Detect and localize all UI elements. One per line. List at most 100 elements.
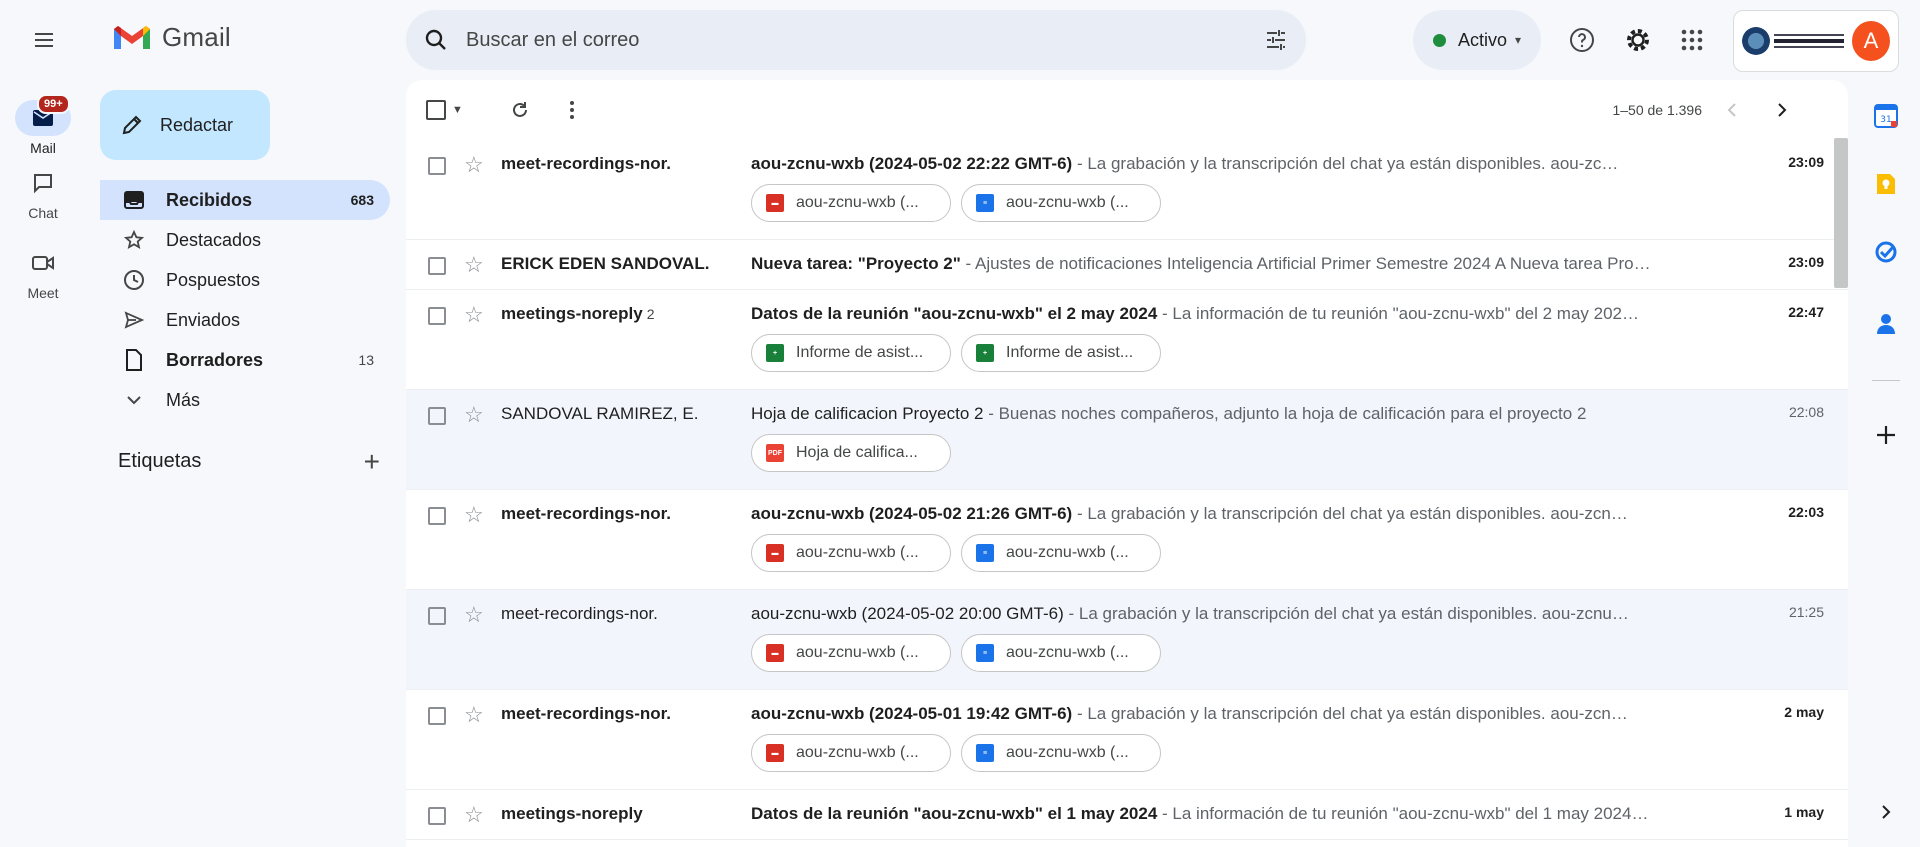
sidebar-item-drafts[interactable]: Borradores 13 [100,340,390,380]
sidebar-item-snoozed[interactable]: Pospuestos [100,260,390,300]
row-checkbox[interactable] [428,507,446,525]
email-row[interactable]: ☆ meet-recordings-nor. aou-zcnu-wxb (2024-… [406,590,1848,690]
attachment-chip[interactable]: ▬ aou-zcnu-wxb (... [751,184,951,222]
attachment-chip[interactable]: ▬ aou-zcnu-wxb (... [751,534,951,572]
attachment-chip[interactable]: ▬ aou-zcnu-wxb (... [751,734,951,772]
row-checkbox[interactable] [428,707,446,725]
sidebar-item-more[interactable]: Más [100,380,390,420]
email-row[interactable]: ☆ meet-recordings-nor. aou-zcnu-wxb (2024-… [406,140,1848,240]
app-name: Gmail [162,22,231,52]
menu-icon [35,33,53,47]
sidebar-item-starred[interactable]: Destacados [100,220,390,260]
tune-icon [1267,30,1285,50]
checkbox-icon [426,100,446,120]
rail-item-mail[interactable]: 99+ Mail [0,94,86,156]
email-row[interactable]: ☆ meetings-noreply 2 Datos de la reunión "a… [406,290,1848,390]
row-checkbox[interactable] [428,607,446,625]
email-sender: meet-recordings-nor. [501,704,741,724]
more-vert-icon [570,101,574,119]
row-checkbox[interactable] [428,407,446,425]
email-sender: meetings-noreply 2 [501,304,741,324]
sender-name: meet-recordings-nor. [501,604,658,623]
status-selector[interactable]: Activo ▾ [1413,10,1541,70]
main-menu-button[interactable] [20,20,68,60]
get-addons-button[interactable] [1866,415,1906,455]
attachment-name: Informe de asist... [1006,344,1134,361]
email-row[interactable]: ☆ SANDOVAL RAMIREZ, E. Hoja de calificacio… [406,390,1848,490]
email-snippet: - Buenas noches compañeros, adjunto la h… [983,404,1587,423]
row-checkbox[interactable] [428,157,446,175]
row-checkbox[interactable] [428,257,446,275]
attachment-chip[interactable]: ≡ aou-zcnu-wxb (... [961,534,1161,572]
add-label-icon[interactable]: + [364,447,380,475]
settings-button[interactable] [1618,20,1658,60]
next-page-button[interactable] [1762,90,1802,130]
inbox-icon [122,188,146,212]
email-row[interactable]: ☆ ERICK EDEN SANDOVAL. Nueva tarea: "Proye… [406,240,1848,290]
email-snippet: - La grabación y la transcripción del ch… [1072,504,1628,523]
sheet-file-icon: + [976,344,994,362]
star-icon[interactable]: ☆ [464,302,484,328]
more-options-button[interactable] [552,90,592,130]
attachment-chip[interactable]: + Informe de asist... [961,334,1161,372]
star-icon[interactable]: ☆ [464,252,484,278]
sidebar-item-sent[interactable]: Enviados [100,300,390,340]
select-all-checkbox[interactable]: ▼ [426,90,476,130]
compose-button[interactable]: Redactar [100,90,270,160]
row-checkbox[interactable] [428,307,446,325]
pencil-icon [122,115,142,135]
rail-item-meet[interactable]: Meet [0,245,86,301]
unread-count: 683 [350,192,374,208]
star-icon[interactable]: ☆ [464,702,484,728]
attachment-chips: ▬ aou-zcnu-wxb (... ≡ aou-zcnu-wxb (... [751,734,1161,772]
attachment-chip[interactable]: ≡ aou-zcnu-wxb (... [961,184,1161,222]
star-icon[interactable]: ☆ [464,152,484,178]
side-panel-divider [1872,380,1900,381]
refresh-icon [513,102,527,117]
rail-item-chat[interactable]: Chat [0,165,86,221]
email-row[interactable]: ☆ meet-recordings-nor. aou-zcnu-wxb (2024-… [406,490,1848,590]
star-icon[interactable]: ☆ [464,602,484,628]
sidebar-item-inbox[interactable]: Recibidos 683 [100,180,390,220]
email-sender: meet-recordings-nor. [501,604,741,624]
sidebar-item-label: Pospuestos [166,269,261,290]
refresh-button[interactable] [500,90,540,130]
chevron-left-icon [1727,103,1736,117]
star-icon[interactable]: ☆ [464,402,484,428]
prev-page-button[interactable] [1712,90,1752,130]
help-button[interactable] [1562,20,1602,60]
star-icon [122,228,146,252]
star-icon[interactable]: ☆ [464,802,484,828]
sender-name: meet-recordings-nor. [501,504,672,523]
scrollbar[interactable] [1834,138,1848,288]
sidebar-item-label: Borradores [166,349,264,370]
list-toolbar: ▼ 1–50 de 1.396 [406,80,1848,140]
sidebar-item-label: Recibidos [166,189,253,210]
attachment-chip[interactable]: ≡ aou-zcnu-wxb (... [961,734,1161,772]
attachment-chip[interactable]: PDF Hoja de califica... [751,434,951,472]
thread-count: 2 [646,306,655,322]
email-row[interactable]: ☆ meetings-noreply Datos de la reunión "ao… [406,790,1848,840]
rail-label-meet: Meet [27,285,59,301]
calendar-button[interactable]: 31 [1866,96,1906,136]
tasks-button[interactable] [1866,232,1906,272]
attachment-chip[interactable]: ▬ aou-zcnu-wxb (... [751,634,951,672]
attachment-chip[interactable]: ≡ aou-zcnu-wxb (... [961,634,1161,672]
contacts-button[interactable] [1866,304,1906,344]
search-icon[interactable] [406,28,466,52]
search-input[interactable] [466,28,1246,52]
email-subject: aou-zcnu-wxb (2024-05-02 21:26 GMT-6) [751,504,1073,523]
expand-side-panel-button[interactable] [1866,792,1906,832]
search-options-button[interactable] [1246,28,1306,52]
row-checkbox[interactable] [428,807,446,825]
gmail-logo[interactable]: Gmail [112,22,231,53]
star-icon[interactable]: ☆ [464,502,484,528]
email-content: Nueva tarea: "Proyecto 2" - Ajustes de n… [751,254,1696,274]
keep-button[interactable] [1866,164,1906,204]
apps-button[interactable] [1672,20,1712,60]
attachment-chip[interactable]: + Informe de asist... [751,334,951,372]
email-row[interactable]: ☆ meet-recordings-nor. aou-zcnu-wxb (2024-… [406,690,1848,790]
message-list-panel: ▼ 1–50 de 1.396 ☆ meet-recordings-nor. aou… [406,80,1848,847]
attachment-name: aou-zcnu-wxb (... [796,544,919,561]
pagination-range: 1–50 de 1.396 [1612,102,1702,118]
